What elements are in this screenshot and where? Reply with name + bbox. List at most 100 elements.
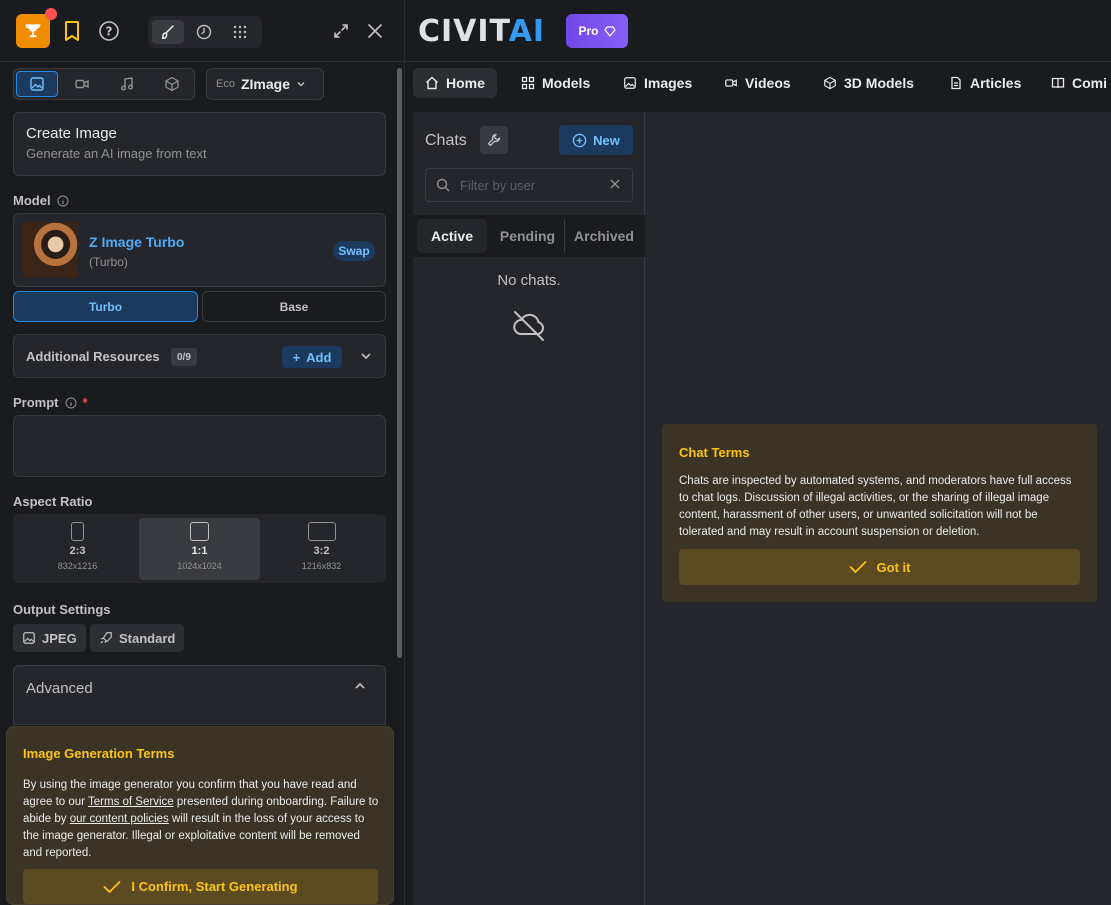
terms-of-service-link[interactable]: Terms of Service — [88, 796, 174, 808]
ecosystem-prefix: Eco — [216, 78, 235, 90]
clear-icon[interactable] — [608, 177, 622, 191]
civitai-logo[interactable]: CIVITAI — [418, 14, 545, 49]
expand-arrows-icon — [334, 24, 348, 38]
mode-base-button[interactable]: Base — [202, 291, 386, 322]
tab-pending[interactable]: Pending — [491, 219, 565, 253]
nav-3d-models-label: 3D Models — [844, 75, 915, 91]
chat-settings-button[interactable] — [480, 126, 508, 154]
advanced-title: Advanced — [26, 680, 93, 697]
nav-images[interactable]: Images — [611, 68, 704, 98]
bookmark-button[interactable] — [60, 18, 84, 44]
media-tab-3d[interactable] — [151, 71, 193, 97]
advanced-section[interactable]: Advanced — [13, 665, 386, 725]
chat-status-tabs: Active Pending Archived — [413, 215, 645, 257]
tab-active[interactable]: Active — [417, 219, 487, 253]
mode-turbo-button[interactable]: Turbo — [13, 291, 198, 322]
close-icon — [368, 24, 382, 38]
generate-mode-button[interactable] — [152, 20, 184, 44]
chevron-up-icon — [355, 682, 365, 689]
trophy-icon — [25, 24, 41, 38]
logo-text-accent: AI — [508, 14, 546, 49]
add-resource-label: Add — [306, 349, 332, 365]
resources-count-badge: 0/9 — [171, 348, 197, 366]
model-thumbnail — [22, 222, 78, 278]
3d-cube-icon — [165, 76, 179, 92]
aspect-option-3-2[interactable]: 3:2 1216x832 — [261, 518, 382, 580]
nav-3d-models[interactable]: 3D Models — [811, 68, 926, 98]
output-quality-button[interactable]: Standard — [90, 624, 185, 652]
prompt-textarea[interactable] — [13, 415, 386, 477]
media-tab-image[interactable] — [16, 71, 58, 97]
chat-panel: Chats New Active Pending Archived No cha… — [413, 112, 1111, 905]
search-icon — [436, 178, 450, 192]
filter-user-input[interactable] — [460, 177, 600, 193]
feed-button[interactable] — [228, 20, 252, 44]
required-marker: * — [82, 395, 88, 410]
aspect-option-2-3[interactable]: 2:3 832x1216 — [17, 518, 138, 580]
audio-icon — [121, 77, 133, 91]
info-icon[interactable] — [57, 195, 69, 207]
image-icon — [30, 77, 44, 91]
media-tab-video[interactable] — [61, 71, 103, 97]
empty-state-text: No chats. — [497, 272, 561, 289]
media-type-tabs — [13, 68, 195, 100]
add-resource-button[interactable]: + Add — [282, 346, 342, 368]
rocket-icon — [100, 632, 112, 644]
aspect-dimensions: 1024x1024 — [177, 561, 222, 571]
generator-toolbar: ? — [0, 0, 405, 62]
resources-toggle[interactable] — [356, 346, 376, 366]
create-image-title: Create Image — [26, 125, 117, 142]
model-name-link[interactable]: Z Image Turbo — [89, 234, 184, 250]
nav-articles[interactable]: Articles — [937, 68, 1033, 98]
help-circle-icon: ? — [99, 21, 119, 41]
terms-body: By using the image generator you confirm… — [23, 777, 381, 862]
prompt-section-label: Prompt * — [13, 395, 88, 410]
nav-models[interactable]: Models — [509, 68, 602, 98]
check-icon — [104, 880, 121, 893]
book-icon — [1051, 77, 1065, 89]
output-format-button[interactable]: JPEG — [13, 624, 86, 652]
chat-terms-body: Chats are inspected by automated systems… — [679, 475, 1072, 538]
pro-badge[interactable]: Pro — [566, 14, 628, 48]
pro-label: Pro — [578, 24, 599, 38]
new-chat-button[interactable]: New — [559, 125, 633, 155]
new-chat-label: New — [593, 132, 620, 148]
create-image-card[interactable]: Create Image Generate an AI image from t… — [13, 112, 386, 176]
expand-button[interactable] — [330, 20, 352, 42]
aspect-option-1-1[interactable]: 1:1 1024x1024 — [139, 518, 260, 580]
nav-comics[interactable]: Comi — [1039, 68, 1111, 98]
prompt-label-text: Prompt — [13, 395, 59, 410]
image-icon — [23, 632, 35, 644]
aspect-ratio-value: 2:3 — [69, 545, 86, 557]
close-button[interactable] — [364, 20, 386, 42]
queue-button[interactable] — [192, 20, 216, 44]
confirm-generate-button[interactable]: I Confirm, Start Generating — [23, 869, 378, 904]
plus-icon: + — [292, 349, 301, 365]
output-format-label: JPEG — [42, 630, 77, 646]
video-icon — [725, 79, 737, 87]
model-variant: (Turbo) — [89, 255, 128, 269]
aspect-ratio-value: 1:1 — [191, 545, 208, 557]
additional-resources-card: Additional Resources 0/9 + Add — [13, 334, 386, 378]
scrollbar-thumb[interactable] — [397, 68, 402, 658]
nav-videos[interactable]: Videos — [712, 68, 803, 98]
nav-home-label: Home — [446, 75, 485, 91]
nav-images-label: Images — [644, 75, 693, 91]
portrait-ratio-icon — [71, 522, 84, 541]
trophy-button[interactable] — [16, 14, 50, 48]
content-policies-link[interactable]: our content policies — [70, 813, 169, 825]
ecosystem-select[interactable]: Eco ZImage — [206, 68, 324, 100]
info-icon[interactable] — [65, 397, 77, 409]
swap-model-button[interactable]: Swap — [333, 241, 375, 261]
output-quality-label: Standard — [119, 630, 176, 646]
help-button[interactable]: ? — [96, 18, 122, 44]
generator-scrollbar[interactable] — [396, 62, 404, 905]
bookmark-icon — [65, 21, 79, 41]
tab-archived[interactable]: Archived — [567, 219, 641, 253]
article-icon — [951, 76, 961, 90]
brush-icon — [161, 25, 174, 39]
check-icon — [849, 561, 866, 574]
media-tab-audio[interactable] — [106, 71, 148, 97]
nav-home[interactable]: Home — [413, 68, 497, 98]
got-it-button[interactable]: Got it — [679, 549, 1080, 585]
